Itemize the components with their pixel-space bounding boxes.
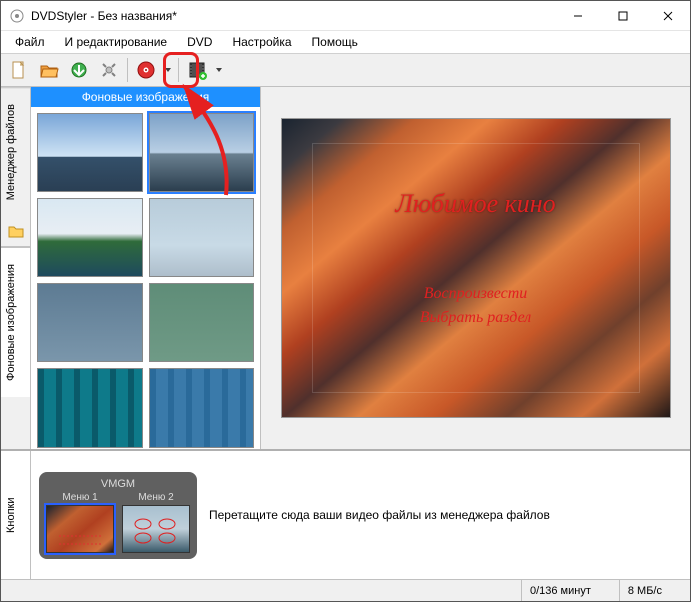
titlebar: DVDStyler - Без названия* <box>1 1 690 31</box>
menu-settings[interactable]: Настройка <box>224 33 299 51</box>
tab-backgrounds[interactable]: Фоновые изображения <box>1 247 30 397</box>
menu-tile-label: Меню 2 <box>138 492 173 503</box>
bg-thumb-island-green[interactable] <box>37 198 143 277</box>
safe-area-guide <box>312 143 640 393</box>
burn-disc-button[interactable] <box>132 56 160 84</box>
maximize-button[interactable] <box>600 1 645 30</box>
window-controls <box>555 1 690 30</box>
new-project-button[interactable] <box>5 56 33 84</box>
menu-file[interactable]: Файл <box>7 33 53 51</box>
tab-file-manager[interactable]: Менеджер файлов <box>1 87 30 216</box>
toolbar-separator-2 <box>178 58 179 82</box>
bg-thumb-teal-stripes[interactable] <box>37 368 143 447</box>
add-video-dropdown[interactable] <box>213 66 225 74</box>
close-button[interactable] <box>645 1 690 30</box>
vmgm-label: VMGM <box>101 478 135 490</box>
window-title: DVDStyler - Без названия* <box>31 9 555 23</box>
main-area: Менеджер файлов Фоновые изображения Фоно… <box>1 87 690 449</box>
menu-tile-label: Меню 1 <box>62 492 97 503</box>
bg-thumb-ship-sea[interactable] <box>149 113 255 192</box>
menu-thumb[interactable] <box>122 505 190 553</box>
status-bitrate: 8 МБ/с <box>619 580 690 601</box>
timeline-drop-hint: Перетащите сюда ваши видео файлы из мене… <box>209 508 550 522</box>
status-duration: 0/136 минут <box>521 580 619 601</box>
timeline-content[interactable]: VMGM Меню 1 Меню 2 Перетащите сюда ваши в… <box>31 451 690 579</box>
menu-tile-2[interactable]: Меню 2 <box>121 492 191 553</box>
bg-thumb-blue-gradient[interactable] <box>37 283 143 362</box>
menu-thumb[interactable] <box>46 505 114 553</box>
toolbar <box>1 53 690 87</box>
menu-dvd[interactable]: DVD <box>179 33 220 51</box>
menu-tile-1[interactable]: Меню 1 <box>45 492 115 553</box>
bg-thumb-clouds-gray[interactable] <box>149 198 255 277</box>
menu-preview[interactable]: Любимое кино Воспроизвести Выбрать разде… <box>281 118 671 418</box>
tab-buttons[interactable]: Кнопки <box>1 451 30 579</box>
backgrounds-scroll[interactable] <box>31 107 260 449</box>
minimize-button[interactable] <box>555 1 600 30</box>
save-project-button[interactable] <box>65 56 93 84</box>
add-video-button[interactable] <box>183 56 211 84</box>
toolbar-separator <box>127 58 128 82</box>
bg-thumb-sky-clouds[interactable] <box>37 113 143 192</box>
statusbar: 0/136 минут 8 МБ/с <box>1 579 690 601</box>
sidebar-tabs: Менеджер файлов Фоновые изображения <box>1 87 31 449</box>
timeline-tabs: Кнопки <box>1 451 31 579</box>
menu-edit[interactable]: И редактирование <box>57 33 176 51</box>
timeline-area: Кнопки VMGM Меню 1 Меню 2 Перетащите сюда… <box>1 449 690 579</box>
vmgm-container: VMGM Меню 1 Меню 2 <box>39 472 197 559</box>
menu-help[interactable]: Помощь <box>304 33 366 51</box>
menubar: Файл И редактирование DVD Настройка Помо… <box>1 31 690 53</box>
preview-pane: Любимое кино Воспроизвести Выбрать разде… <box>261 87 690 449</box>
settings-button[interactable] <box>95 56 123 84</box>
open-project-button[interactable] <box>35 56 63 84</box>
backgrounds-panel: Фоновые изображения <box>31 87 261 449</box>
app-window: DVDStyler - Без названия* Файл И редакти… <box>0 0 691 602</box>
backgrounds-header: Фоновые изображения <box>31 87 260 107</box>
tab-folder-icon[interactable] <box>1 216 30 247</box>
bg-thumb-blue-stripes[interactable] <box>149 368 255 447</box>
bg-thumb-green-gradient[interactable] <box>149 283 255 362</box>
burn-dropdown[interactable] <box>162 66 174 74</box>
app-icon <box>9 8 25 24</box>
